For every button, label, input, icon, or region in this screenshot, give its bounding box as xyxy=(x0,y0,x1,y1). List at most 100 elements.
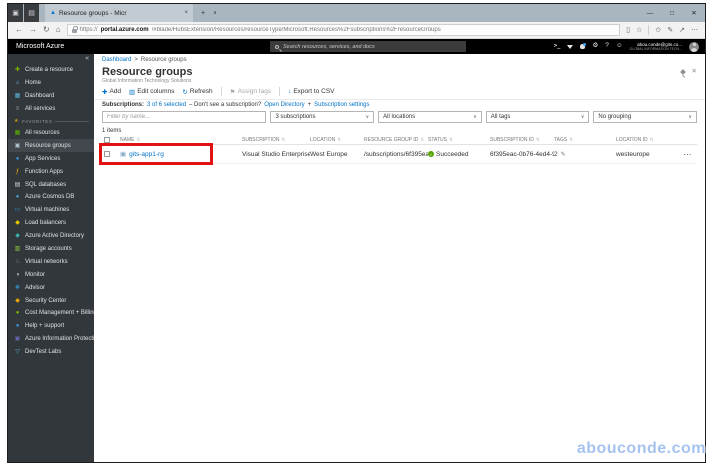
tab-actions-menu-icon[interactable]: ∨ xyxy=(213,10,217,16)
edit-columns-button[interactable]: ▥ Edit columns xyxy=(129,88,174,96)
avatar[interactable] xyxy=(689,41,699,52)
sort-icon: ⇅ xyxy=(569,136,574,142)
sidebar-item-all-services[interactable]: ≡ All services xyxy=(8,103,94,116)
azure-brand[interactable]: Microsoft Azure xyxy=(8,43,64,50)
column-header-status[interactable]: STATUS ⇅ xyxy=(428,137,490,143)
sidebar-item-help-support[interactable]: ● Help + support xyxy=(8,320,94,333)
sidebar-item-advisor[interactable]: ❖ Advisor xyxy=(8,281,94,294)
url-field[interactable]: https://portal.azure.com/#blade/HubsExte… xyxy=(66,24,621,36)
sidebar-item-monitor[interactable]: ◑ Monitor xyxy=(8,268,94,281)
sidebar-item-label: Azure Active Directory xyxy=(25,233,85,240)
minimize-button[interactable]: — xyxy=(639,10,661,17)
cloud-shell-icon[interactable]: >_ xyxy=(554,43,561,50)
column-header-location[interactable]: LOCATION ⇅ xyxy=(310,137,364,143)
locations-dropdown[interactable]: All locations ∨ xyxy=(378,111,482,123)
directory-filter-icon[interactable] xyxy=(567,44,574,49)
sidebar-item-cost-management-billing[interactable]: ● Cost Management + Billing xyxy=(8,307,94,320)
feedback-icon[interactable]: ☺ xyxy=(616,43,623,50)
sidebar-item-sql-databases[interactable]: ▤ SQL databases xyxy=(8,178,94,191)
forward-icon[interactable]: → xyxy=(29,26,37,34)
browser-tab-bar: ▣ ▤ ▲ Resource groups - Micr × + ∨ — □ ✕ xyxy=(8,4,705,22)
sidebar-item-create-a-resource[interactable]: ✚ Create a resource xyxy=(8,64,94,77)
sidebar-item-resource-groups[interactable]: ▣ Resource groups xyxy=(8,139,94,153)
tab-close-icon[interactable]: × xyxy=(184,10,188,16)
sidebar-item-azure-active-directory[interactable]: ◆ Azure Active Directory xyxy=(8,230,94,243)
breadcrumb-dashboard-link[interactable]: Dashboard xyxy=(102,57,131,63)
column-header-resource-group-id[interactable]: RESOURCE GROUP ID ⇅ xyxy=(364,137,428,143)
refresh-button[interactable]: ↻ Refresh xyxy=(182,88,212,96)
export-csv-icon: ↓ xyxy=(288,88,292,95)
sidebar-item-label: Create a resource xyxy=(25,67,74,74)
close-button[interactable]: ✕ xyxy=(683,9,705,17)
set-tabs-aside-icon[interactable]: ▣ xyxy=(8,4,23,22)
edit-tags-pencil-icon[interactable]: ✎ xyxy=(561,151,566,158)
home-icon[interactable]: ⌂ xyxy=(56,26,61,34)
column-header-location-id[interactable]: LOCATION ID ⇅ xyxy=(616,137,684,143)
open-directory-link[interactable]: Open Directory xyxy=(264,102,304,108)
breadcrumb: Dashboard > Resource groups xyxy=(94,54,705,65)
refresh-icon[interactable]: ↻ xyxy=(43,26,50,34)
add-button[interactable]: ✚ Add xyxy=(102,88,121,96)
help-icon[interactable]: ? xyxy=(605,43,609,50)
maximize-button[interactable]: □ xyxy=(661,10,683,17)
column-header-subscription-id[interactable]: SUBSCRIPTION ID ⇅ xyxy=(490,137,554,143)
sidebar-item-devtest-labs[interactable]: ▽ DevTest Labs xyxy=(8,346,94,359)
filter-by-name-input[interactable] xyxy=(102,111,267,123)
back-icon[interactable]: ← xyxy=(15,26,23,34)
hub-favorites-icon[interactable]: ✩ xyxy=(655,26,661,34)
grouping-dropdown[interactable]: No grouping ∨ xyxy=(593,111,697,123)
column-header-subscription[interactable]: SUBSCRIPTION ⇅ xyxy=(242,137,310,143)
sidebar-item-azure-cosmos-db[interactable]: ● Azure Cosmos DB xyxy=(8,191,94,204)
favorite-star-icon[interactable]: ☆ xyxy=(636,26,642,34)
settings-gear-icon[interactable]: ⚙ xyxy=(592,43,598,50)
annotate-pen-icon[interactable]: ✎ xyxy=(667,26,673,34)
add-icon: ✚ xyxy=(102,88,108,96)
export-csv-button[interactable]: ↓ Export to CSV xyxy=(288,88,334,95)
resource-group-name-link[interactable]: gits-app1-rg xyxy=(129,151,164,158)
share-icon[interactable]: ↗ xyxy=(679,26,685,34)
select-all-checkbox[interactable] xyxy=(104,136,110,143)
column-header-tags[interactable]: TAGS ⇅ xyxy=(554,137,616,143)
reading-view-icon[interactable]: ▯ xyxy=(626,26,630,34)
azure-favicon: ▲ xyxy=(50,10,56,16)
row-location-id: westeurope xyxy=(616,150,650,158)
sidebar-item-home[interactable]: ⌂ Home xyxy=(8,77,94,90)
sidebar-item-virtual-machines[interactable]: ▭ Virtual machines xyxy=(8,204,94,217)
sidebar-item-load-balancers[interactable]: ◆ Load balancers xyxy=(8,217,94,230)
row-location: West Europe xyxy=(310,150,348,158)
global-search-input[interactable]: Search resources, services, and docs xyxy=(270,41,466,52)
sidebar-item-all-resources[interactable]: ▦ All resources xyxy=(8,127,94,140)
sort-icon: ⇅ xyxy=(136,136,141,142)
account-info[interactable]: abou.conde@gits.co... GLOBAL INFORMATION… xyxy=(630,42,682,51)
close-blade-icon[interactable]: ✕ xyxy=(692,68,697,76)
subscription-settings-link[interactable]: Subscription settings xyxy=(314,102,369,108)
sidebar-item-storage-accounts[interactable]: ▥ Storage accounts xyxy=(8,243,94,256)
row-checkbox[interactable] xyxy=(104,151,110,157)
new-tab-button[interactable]: + xyxy=(201,10,205,17)
tags-dropdown[interactable]: All tags ∨ xyxy=(485,111,590,123)
more-options-icon[interactable]: ⋯ xyxy=(691,26,698,34)
browser-tab[interactable]: ▲ Resource groups - Micr × xyxy=(45,4,193,22)
column-header-name[interactable]: NAME ⇅ xyxy=(120,137,242,143)
sql-databases-icon: ▤ xyxy=(14,181,21,188)
sidebar-item-security-center[interactable]: ◆ Security Center xyxy=(8,294,94,307)
favorites-divider: ★ FAVORITES xyxy=(8,116,94,127)
sidebar-item-label: Function Apps xyxy=(25,168,64,175)
subscriptions-dropdown[interactable]: 3 subscriptions ∨ xyxy=(270,111,375,123)
row-context-menu-icon[interactable]: ... xyxy=(684,151,697,157)
notifications-icon[interactable] xyxy=(580,43,587,49)
favorites-label: FAVORITES xyxy=(22,118,53,124)
table-row[interactable]: ▣ gits-app1-rg Visual Studio Enterprise … xyxy=(99,143,697,165)
sidebar: « ✚ Create a resource ⌂ Home ▦ Dashboard… xyxy=(8,54,94,462)
sidebar-item-virtual-networks[interactable]: ∴ Virtual networks xyxy=(8,255,94,268)
sidebar-item-label: Security Center xyxy=(25,297,67,304)
sidebar-collapse-icon[interactable]: « xyxy=(8,54,94,64)
assign-tags-button[interactable]: ⚑ Assign tags xyxy=(230,88,271,96)
sidebar-item-azure-information-protection[interactable]: ▣ Azure Information Protecti... xyxy=(8,333,94,346)
tab-preview-icon[interactable]: ▤ xyxy=(24,4,39,22)
sidebar-item-dashboard[interactable]: ▦ Dashboard xyxy=(8,90,94,103)
sidebar-item-app-services[interactable]: ● App Services xyxy=(8,152,94,165)
sidebar-item-function-apps[interactable]: ƒ Function Apps xyxy=(8,165,94,178)
subscriptions-selected-link[interactable]: 3 of 6 selected xyxy=(147,102,186,108)
pin-blade-icon[interactable] xyxy=(679,69,686,76)
